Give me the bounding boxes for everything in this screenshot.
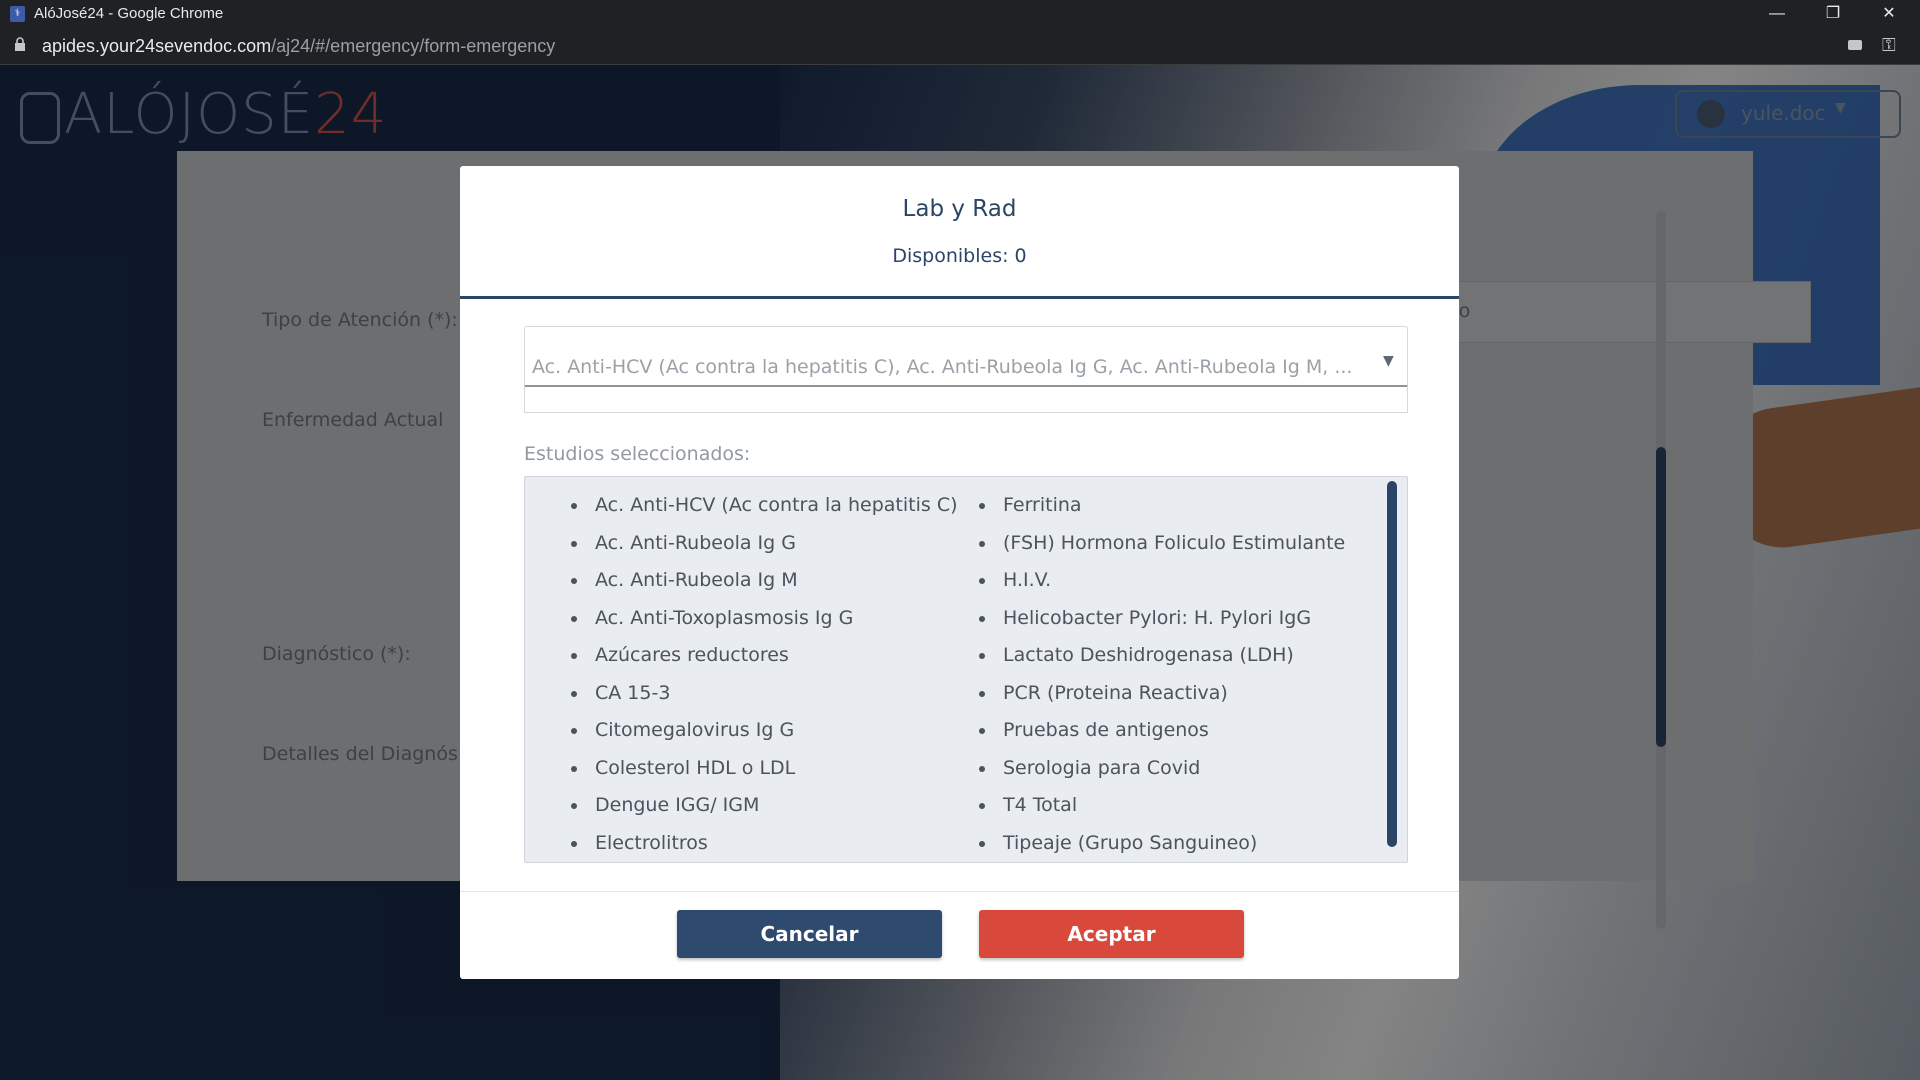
modal-header: Lab y Rad Disponibles: 0 (460, 166, 1459, 299)
selected-study-item: CA 15-3 (571, 675, 958, 713)
selected-study-item: Ac. Anti-Rubeola Ig M (571, 562, 958, 600)
selected-study-item: Ac. Anti-Rubeola Ig G (571, 525, 958, 563)
key-icon[interactable]: ⚿ (1882, 35, 1896, 56)
window-title: AlóJosé24 - Google Chrome (34, 5, 224, 22)
studies-multiselect[interactable]: Ac. Anti-HCV (Ac contra la hepatitis C),… (524, 326, 1408, 387)
modal-footer-divider (460, 891, 1459, 892)
dropdown-arrow-icon[interactable]: ▼ (1383, 353, 1394, 369)
selected-study-item: Ac. Anti-Toxoplasmosis Ig G (571, 600, 958, 638)
selected-studies-list[interactable]: Ac. Anti-HCV (Ac contra la hepatitis C) A… (524, 476, 1408, 863)
restore-button[interactable]: ❐ (1810, 0, 1856, 29)
url-text[interactable]: apides.your24sevendoc.com/aj24/#/emergen… (42, 36, 555, 57)
selected-study-item: Colesterol HDL o LDL (571, 750, 958, 788)
url-host: apides.your24sevendoc.com (42, 36, 272, 56)
selected-study-item: Electrolitros (571, 825, 958, 863)
selected-study-item: Tipeaje (Grupo Sanguineo) (979, 825, 1345, 863)
studies-column-1: Ac. Anti-HCV (Ac contra la hepatitis C) A… (571, 487, 958, 862)
selected-study-item: Citomegalovirus Ig G (571, 712, 958, 750)
selected-study-item: Ferritina (979, 487, 1345, 525)
selected-study-item: Helicobacter Pylori: H. Pylori IgG (979, 600, 1345, 638)
selected-study-item: T4 Total (979, 787, 1345, 825)
modal-title: Lab y Rad (902, 196, 1017, 222)
multiselect-search-area[interactable] (524, 386, 1408, 413)
cancel-button[interactable]: Cancelar (677, 910, 942, 958)
close-window-button[interactable]: ✕ (1866, 0, 1912, 29)
multiselect-value: Ac. Anti-HCV (Ac contra la hepatitis C),… (532, 356, 1353, 378)
selected-study-item: Serologia para Covid (979, 750, 1345, 788)
selected-study-item: Pruebas de antigenos (979, 712, 1345, 750)
selected-study-item: PCR (Proteina Reactiva) (979, 675, 1345, 713)
lab-rad-modal: Lab y Rad Disponibles: 0 Ac. Anti-HCV (A… (460, 166, 1459, 979)
url-path: /aj24/#/emergency/form-emergency (271, 36, 556, 56)
selected-study-item: Azúcares reductores (571, 637, 958, 675)
selected-study-item: Lactato Deshidrogenasa (LDH) (979, 637, 1345, 675)
address-bar[interactable]: apides.your24sevendoc.com/aj24/#/emergen… (0, 29, 1920, 65)
selected-study-item: (FSH) Hormona Foliculo Estimulante (979, 525, 1345, 563)
page-content: ALÓJOSÉ24 yule.doc ▼ Tipo de Atención (*… (0, 65, 1920, 1080)
lock-icon[interactable] (14, 37, 26, 51)
accept-button[interactable]: Aceptar (979, 910, 1244, 958)
selected-study-item: Ac. Anti-HCV (Ac contra la hepatitis C) (571, 487, 958, 525)
available-count: Disponibles: 0 (892, 245, 1027, 267)
studies-column-2: Ferritina (FSH) Hormona Foliculo Estimula… (979, 487, 1345, 862)
selected-study-item: H.I.V. (979, 562, 1345, 600)
selected-study-item: Dengue IGG/ IGM (571, 787, 958, 825)
app-favicon-icon: ⚕ (10, 6, 25, 22)
minimize-button[interactable]: — (1754, 0, 1800, 29)
browser-titlebar: ⚕ AlóJosé24 - Google Chrome — ❐ ✕ (0, 0, 1920, 29)
selected-studies-label: Estudios seleccionados: (524, 443, 751, 465)
camera-icon[interactable] (1848, 40, 1862, 50)
studies-scrollbar[interactable] (1387, 481, 1397, 847)
